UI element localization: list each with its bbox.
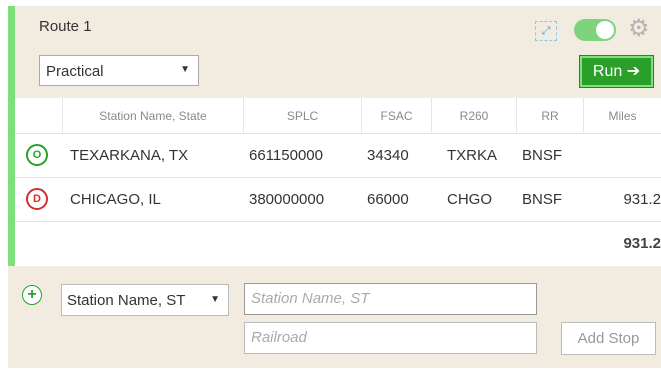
origin-stop-icon: O <box>26 144 48 166</box>
total-row: 931.2 <box>15 222 661 266</box>
station-name: TEXARKANA, TX <box>70 147 189 164</box>
station-type-select[interactable]: Station Name, ST ▼ <box>61 284 229 316</box>
splc-value: 380000000 <box>249 191 325 208</box>
fsac-value: 66000 <box>367 191 409 208</box>
total-miles: 931.2 <box>623 235 661 252</box>
station-name: CHICAGO, IL <box>70 191 161 208</box>
toggle-knob <box>596 21 614 39</box>
add-stop-button[interactable]: Add Stop <box>561 322 656 355</box>
route-toggle[interactable] <box>574 19 616 41</box>
station-search-input[interactable]: Station Name, ST <box>244 283 537 315</box>
column-header-rr: RR <box>517 98 584 134</box>
miles-value: 931.2 <box>623 191 661 208</box>
routing-mode-value: Practical <box>46 63 104 80</box>
station-type-value: Station Name, ST <box>67 292 186 309</box>
rr-value: BNSF <box>522 147 563 164</box>
chevron-down-icon: ▼ <box>210 294 220 305</box>
table-row[interactable]: D CHICAGO, IL 380000000 66000 CHGO BNSF … <box>15 178 661 222</box>
railroad-input[interactable]: Railroad <box>244 322 537 354</box>
gear-icon[interactable]: ⚙ <box>628 17 650 41</box>
destination-stop-icon: D <box>26 188 48 210</box>
column-header-station: Station Name, State <box>63 98 244 134</box>
column-header-miles: Miles <box>608 109 637 123</box>
add-stop-icon[interactable]: + <box>22 285 42 305</box>
route-map-icon[interactable]: ⤢ <box>535 21 557 41</box>
rr-value: BNSF <box>522 191 563 208</box>
route-panel: Route 1 ⤢ ⚙ Practical ▼ Run ➔ Station Na… <box>8 6 661 368</box>
chevron-down-icon: ▼ <box>180 64 190 75</box>
splc-value: 661150000 <box>249 147 323 164</box>
column-header-fsac: FSAC <box>362 98 432 134</box>
fsac-value: 34340 <box>367 147 409 164</box>
routing-mode-select[interactable]: Practical ▼ <box>39 55 199 86</box>
column-header-r260: R260 <box>432 98 517 134</box>
stops-table: Station Name, State SPLC FSAC R260 RR Mi… <box>15 98 661 266</box>
table-row[interactable]: O TEXARKANA, TX 661150000 34340 TXRKA BN… <box>15 134 661 178</box>
table-header: Station Name, State SPLC FSAC R260 RR Mi… <box>15 98 661 134</box>
run-button[interactable]: Run ➔ <box>579 55 654 88</box>
route-title: Route 1 <box>39 18 92 35</box>
r260-value: TXRKA <box>447 147 498 164</box>
r260-value: CHGO <box>447 191 492 208</box>
add-stop-area: + Station Name, ST ▼ Station Name, ST Ra… <box>8 266 661 368</box>
column-header-stop <box>15 98 63 134</box>
route-accent-bar <box>8 6 15 266</box>
column-header-splc: SPLC <box>244 98 362 134</box>
